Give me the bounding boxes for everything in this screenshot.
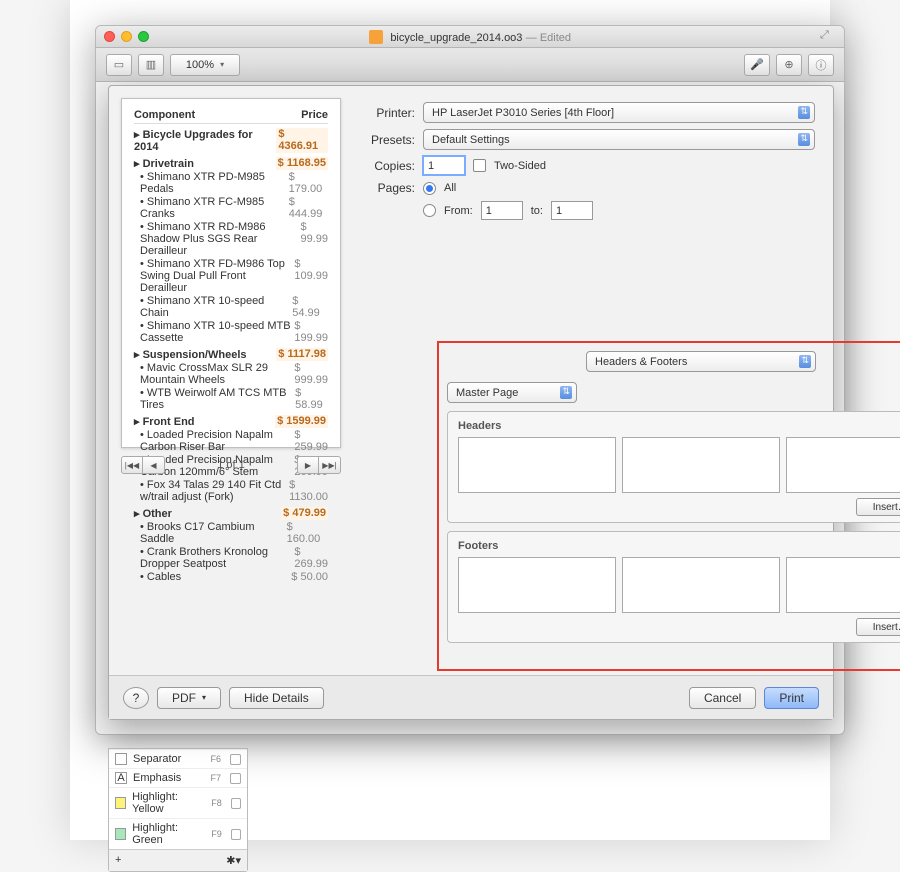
preview-page: ComponentPrice ▸ Bicycle Upgrades for 20… [121,98,341,448]
copies-label: Copies: [359,159,415,173]
presets-select[interactable]: Default Settings [423,129,815,150]
pages-all-label: All [444,182,456,194]
help-button[interactable]: ? [123,687,149,709]
header-center-field[interactable] [622,437,780,493]
zoom-window-button[interactable] [138,31,149,42]
header-left-field[interactable] [458,437,616,493]
filename: bicycle_upgrade_2014.oo3 [390,32,522,44]
presets-label: Presets: [359,133,415,147]
record-button[interactable]: 🎤 [744,54,770,76]
pages-to-input[interactable] [551,201,593,220]
print-panel-select[interactable]: Headers & Footers [586,351,816,372]
pages-from-input[interactable] [481,201,523,220]
footer-insert-button[interactable]: Insert… [856,618,900,636]
pages-all-radio[interactable] [423,182,436,195]
close-window-button[interactable] [104,31,115,42]
outline-view-button[interactable]: ▭ [106,54,132,76]
next-page-button[interactable]: ▶ [297,456,319,474]
footer-left-field[interactable] [458,557,616,613]
traffic-lights [104,31,149,42]
pages-label: Pages: [359,181,415,195]
pages-to-label: to: [531,205,543,217]
zoom-select[interactable]: 100% [170,54,240,76]
pdf-button[interactable]: PDF [157,687,221,709]
minimize-window-button[interactable] [121,31,132,42]
footer-center-field[interactable] [622,557,780,613]
cancel-button[interactable]: Cancel [689,687,756,709]
first-page-button[interactable]: |◀◀ [121,456,143,474]
titlebar: bicycle_upgrade_2014.oo3 — Edited ⤢ [96,26,844,48]
pages-from-label: From: [444,205,473,217]
printer-select[interactable]: HP LaserJet P3010 Series [4th Floor] [423,102,815,123]
last-page-button[interactable]: ▶▶| [319,456,341,474]
print-preview: ComponentPrice ▸ Bicycle Upgrades for 20… [121,98,341,474]
print-button[interactable]: Print [764,687,819,709]
headers-group: Headers Insert… [447,411,900,523]
header-right-field[interactable] [786,437,900,493]
header-insert-button[interactable]: Insert… [856,498,900,516]
headers-label: Headers [458,420,900,432]
style-actions-button[interactable]: ✱▾ [226,854,241,867]
print-sheet: ComponentPrice ▸ Bicycle Upgrades for 20… [108,85,834,720]
document-icon [369,30,383,44]
two-sided-label: Two-Sided [494,160,546,172]
style-row[interactable]: Highlight: YellowF8 [109,787,247,818]
copies-input[interactable] [423,156,465,175]
headers-footers-section: Headers & Footers Master Page Headers In… [437,341,900,671]
styles-panel: SeparatorF6AEmphasisF7Highlight: YellowF… [108,748,248,872]
inspector-button[interactable]: ⓘ [808,54,834,76]
add-style-button[interactable]: + [115,854,121,867]
footers-label: Footers [458,540,900,552]
window-title: bicycle_upgrade_2014.oo3 — Edited [96,30,844,44]
edited-indicator: — Edited [526,32,571,44]
page-scope-select[interactable]: Master Page [447,382,577,403]
page-indicator: 1 of 1 [217,459,245,471]
columns-view-button[interactable]: ▥ [138,54,164,76]
printer-label: Printer: [359,106,415,120]
sheet-buttons: ? PDF Hide Details Cancel Print [109,675,833,719]
hide-details-button[interactable]: Hide Details [229,687,324,709]
style-row[interactable]: SeparatorF6 [109,749,247,768]
toolbar: ▭ ▥ 100% 🎤 ⊕ ⓘ [96,48,844,82]
two-sided-checkbox[interactable] [473,159,486,172]
style-row[interactable]: AEmphasisF7 [109,768,247,787]
attach-button[interactable]: ⊕ [776,54,802,76]
style-row[interactable]: Highlight: GreenF9 [109,818,247,849]
footer-right-field[interactable] [786,557,900,613]
prev-page-button[interactable]: ◀ [143,456,165,474]
footers-group: Footers Insert… [447,531,900,643]
pages-from-radio[interactable] [423,204,436,217]
fullscreen-icon[interactable]: ⤢ [820,29,836,45]
